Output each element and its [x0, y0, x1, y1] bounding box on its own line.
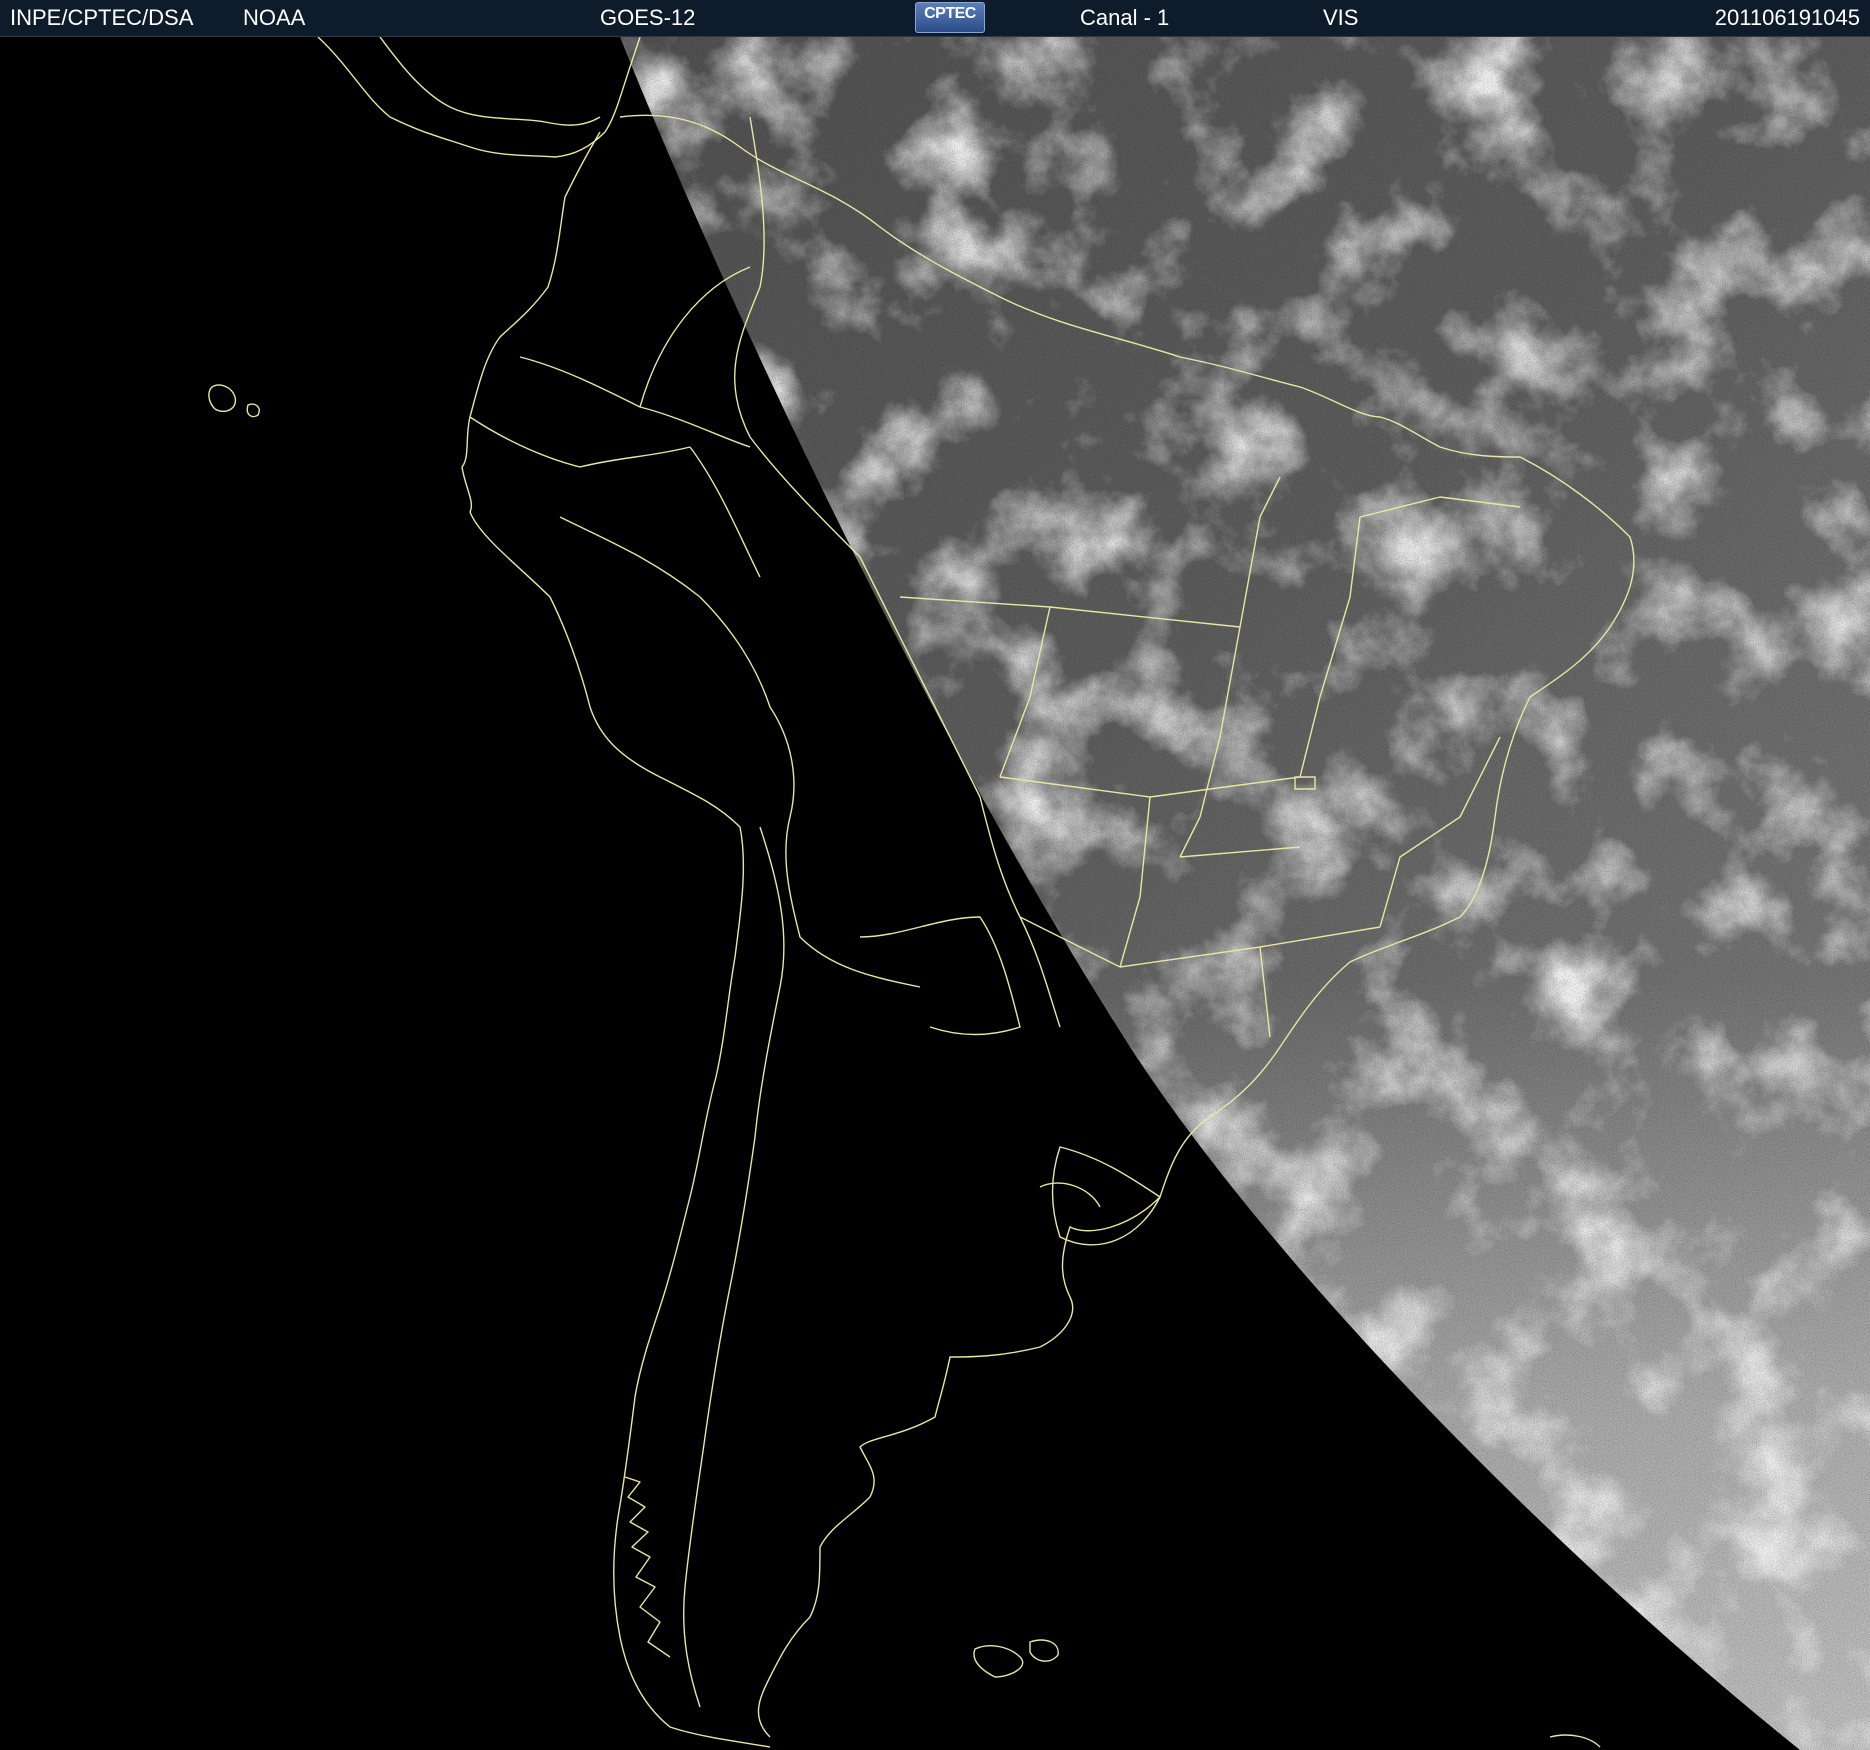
band-label: VIS	[1323, 5, 1359, 30]
cptec-logo-text: CPTEC	[924, 5, 976, 22]
channel-label: Canal - 1	[1080, 5, 1170, 30]
timestamp-label: 201106191045	[1714, 5, 1860, 30]
agency-label: NOAA	[243, 5, 306, 30]
satellite-label: GOES-12	[600, 5, 696, 30]
cptec-logo: CPTEC	[915, 2, 985, 33]
satellite-image	[0, 37, 1870, 1750]
organization-label: INPE/CPTEC/DSA	[10, 5, 194, 30]
header-bar: INPE/CPTEC/DSA NOAA GOES-12 CPTEC Canal …	[0, 0, 1870, 37]
satellite-map-svg	[0, 37, 1870, 1750]
